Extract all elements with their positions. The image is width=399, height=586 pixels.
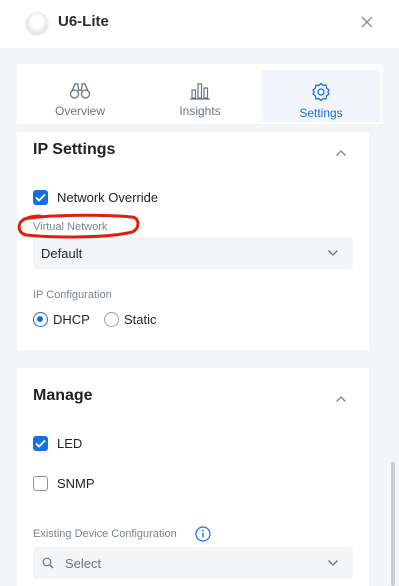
- virtual-network-label: Virtual Network: [33, 221, 108, 233]
- gear-icon: [312, 82, 330, 102]
- radio-unselected: [104, 312, 119, 327]
- info-button[interactable]: [195, 526, 211, 547]
- checkmark-icon: [35, 439, 46, 448]
- existing-config-select[interactable]: Select: [33, 547, 353, 579]
- scrollbar-thumb[interactable]: [391, 462, 395, 586]
- existing-config-label: Existing Device Configuration: [33, 528, 177, 540]
- device-title: U6-Lite: [58, 13, 109, 30]
- ip-configuration-label: IP Configuration: [33, 289, 112, 301]
- ip-settings-collapse[interactable]: [335, 144, 349, 156]
- chevron-down-icon: [328, 560, 338, 566]
- close-button[interactable]: [360, 15, 376, 31]
- tab-overview-label: Overview: [54, 104, 105, 118]
- info-icon: [195, 526, 211, 542]
- radio-static-label: Static: [124, 312, 157, 327]
- chevron-up-icon: [336, 396, 346, 402]
- checkbox-checked: [33, 190, 48, 205]
- chevron-down-icon: [328, 250, 338, 256]
- ip-settings-title: IP Settings: [33, 141, 116, 158]
- tab-insights-label: Insights: [179, 104, 221, 118]
- bar-chart-icon: [190, 83, 210, 100]
- manage-card: Manage LED SNMP Existing Device Configur…: [17, 368, 369, 586]
- virtual-network-value: Default: [41, 246, 83, 261]
- snmp-label: SNMP: [57, 476, 95, 491]
- led-checkbox[interactable]: LED: [33, 434, 113, 454]
- panel-header: U6-Lite: [0, 0, 399, 48]
- close-icon: [361, 16, 373, 28]
- checkmark-icon: [35, 193, 46, 202]
- checkbox-checked: [33, 436, 48, 451]
- tab-settings[interactable]: Settings: [262, 70, 380, 122]
- binoculars-icon: [69, 83, 91, 99]
- snmp-checkbox[interactable]: SNMP: [33, 474, 123, 494]
- led-label: LED: [57, 436, 83, 451]
- network-override-checkbox[interactable]: Network Override: [33, 188, 193, 208]
- ip-settings-card: IP Settings Network Override Virtual Net…: [17, 132, 369, 350]
- tab-bar: Overview Insights Settings: [17, 64, 383, 124]
- checkbox-unchecked: [33, 476, 48, 491]
- existing-config-placeholder: Select: [65, 556, 102, 571]
- access-point-icon: [26, 12, 48, 34]
- radio-dhcp-label: DHCP: [53, 312, 90, 327]
- chevron-up-icon: [336, 150, 346, 156]
- radio-selected: [33, 312, 48, 327]
- tab-settings-label: Settings: [299, 106, 343, 120]
- manage-title: Manage: [33, 387, 93, 404]
- virtual-network-select[interactable]: Default: [33, 237, 353, 269]
- radio-dhcp[interactable]: DHCP: [33, 310, 97, 330]
- network-override-label: Network Override: [57, 190, 159, 205]
- manage-collapse[interactable]: [335, 390, 349, 402]
- radio-static[interactable]: Static: [104, 310, 168, 330]
- tab-insights[interactable]: Insights: [141, 70, 259, 122]
- tab-overview[interactable]: Overview: [21, 70, 139, 122]
- search-icon: [42, 557, 54, 569]
